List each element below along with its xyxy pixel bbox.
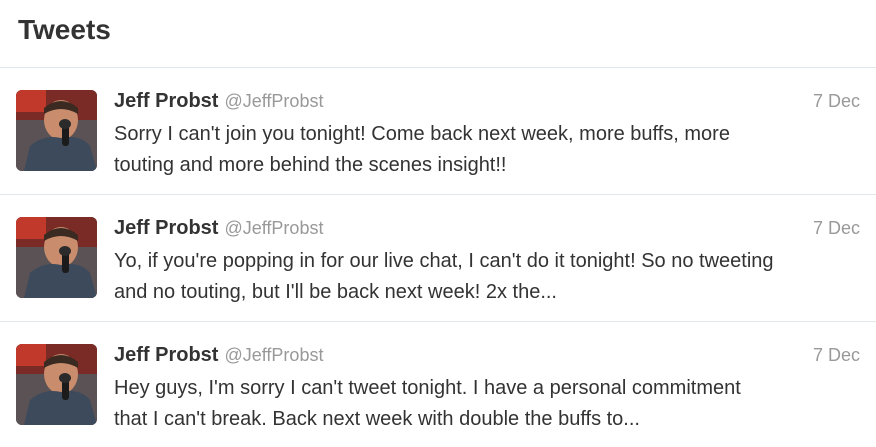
- tweet-username[interactable]: @JeffProbst: [224, 218, 323, 239]
- tweet-username[interactable]: @JeffProbst: [224, 91, 323, 112]
- tweet-timestamp[interactable]: 7 Dec: [813, 345, 860, 366]
- avatar-image: [16, 90, 97, 171]
- tweet-text: Sorry I can't join you tonight! Come bac…: [114, 119, 860, 181]
- tweet-item[interactable]: Jeff Probst @JeffProbst 7 Dec Sorry I ca…: [0, 68, 876, 195]
- tweet-text: Yo, if you're popping in for our live ch…: [114, 246, 860, 308]
- tweet-item[interactable]: Jeff Probst @JeffProbst 7 Dec Yo, if you…: [0, 195, 876, 322]
- tweet-text-line: that I can't break. Back next week with …: [114, 408, 640, 430]
- tweet-text-line: Sorry I can't join you tonight! Come bac…: [114, 123, 730, 145]
- tweet-text-line: Yo, if you're popping in for our live ch…: [114, 250, 774, 272]
- tweet-fullname[interactable]: Jeff Probst: [114, 344, 218, 367]
- tweet-header: Jeff Probst @JeffProbst 7 Dec: [114, 217, 860, 241]
- tweet-text-line: Hey guys, I'm sorry I can't tweet tonigh…: [114, 377, 741, 399]
- avatar-image: [16, 217, 97, 298]
- avatar[interactable]: [16, 344, 97, 425]
- avatar[interactable]: [16, 217, 97, 298]
- tweet-text-line: touting and more behind the scenes insig…: [114, 154, 507, 176]
- page-title: Tweets: [18, 14, 111, 45]
- tweet-text-line: and no touting, but I'll be back next we…: [114, 281, 557, 303]
- tweet-list: Jeff Probst @JeffProbst 7 Dec Sorry I ca…: [0, 68, 876, 447]
- tweet-text: Hey guys, I'm sorry I can't tweet tonigh…: [114, 373, 860, 435]
- tweet-header: Jeff Probst @JeffProbst 7 Dec: [114, 344, 860, 368]
- tweet-content: Jeff Probst @JeffProbst 7 Dec Yo, if you…: [114, 217, 860, 321]
- tweet-fullname[interactable]: Jeff Probst: [114, 217, 218, 240]
- tweet-timestamp[interactable]: 7 Dec: [813, 218, 860, 239]
- tweet-header: Jeff Probst @JeffProbst 7 Dec: [114, 90, 860, 114]
- tweet-username[interactable]: @JeffProbst: [224, 345, 323, 366]
- avatar-image: [16, 344, 97, 425]
- tweet-fullname[interactable]: Jeff Probst: [114, 90, 218, 113]
- tweets-header: Tweets: [0, 0, 876, 68]
- avatar[interactable]: [16, 90, 97, 171]
- tweet-content: Jeff Probst @JeffProbst 7 Dec Hey guys, …: [114, 344, 860, 447]
- tweet-item[interactable]: Jeff Probst @JeffProbst 7 Dec Hey guys, …: [0, 322, 876, 447]
- tweet-content: Jeff Probst @JeffProbst 7 Dec Sorry I ca…: [114, 90, 860, 194]
- tweet-timestamp[interactable]: 7 Dec: [813, 91, 860, 112]
